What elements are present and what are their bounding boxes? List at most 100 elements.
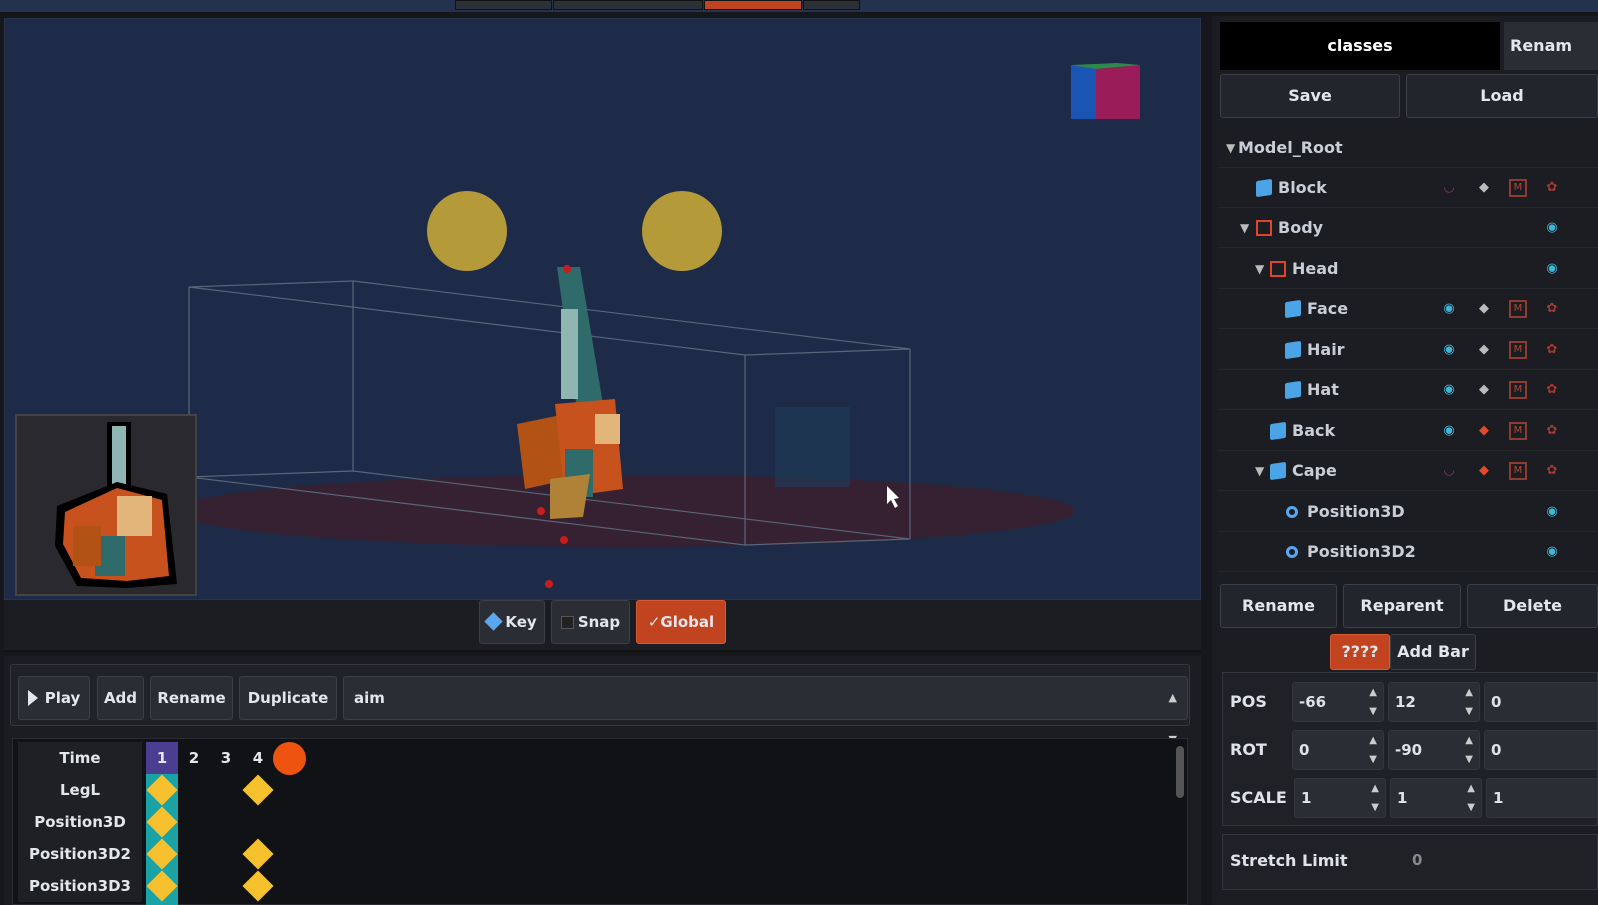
snap-checkbox[interactable] [560,616,574,629]
rot-z-input[interactable]: 0 [1484,730,1598,770]
scale-y-input[interactable]: 1 ▲ ▼ [1390,778,1482,818]
frame-number[interactable]: 3 [210,742,242,774]
collapse-icon[interactable]: ▼ [1255,451,1264,491]
stretch-limit-label: Stretch Limit [1230,851,1348,870]
pos-y-input[interactable]: 12 ▲ ▼ [1388,682,1480,722]
tree-row-body[interactable]: ▼ Body ◉ [1218,208,1598,248]
timeline-scrollbar[interactable] [1176,746,1184,798]
paw-icon[interactable]: ✿ [1542,179,1562,197]
tree-row-block[interactable]: Block ◡ ◆ M ✿ [1218,168,1598,208]
spinner-icon[interactable]: ▲ ▼ [1465,683,1473,721]
pos-x-input[interactable]: -66 ▲ ▼ [1292,682,1384,722]
eye-icon[interactable]: ◉ [1439,381,1459,399]
eye-closed-icon[interactable]: ◡ [1439,179,1459,197]
paw-icon[interactable]: ✿ [1542,341,1562,359]
play-button[interactable]: Play [18,676,90,720]
tree-row-hair[interactable]: Hair ◉ ◆ M ✿ [1218,330,1598,370]
playhead-handle[interactable] [273,742,306,775]
key-toggle[interactable]: Key [479,600,545,644]
lock-icon[interactable]: ◆ [1474,341,1494,359]
track-label[interactable]: LegL [18,774,142,806]
delete-button[interactable]: Delete [1467,584,1598,628]
mask-icon[interactable]: M [1509,422,1527,440]
tree-row-face[interactable]: Face ◉ ◆ M ✿ [1218,289,1598,329]
eye-icon[interactable]: ◉ [1439,422,1459,440]
scale-x-input[interactable]: 1 ▲ ▼ [1294,778,1386,818]
mask-icon[interactable]: M [1509,179,1527,197]
paw-icon[interactable]: ✿ [1542,462,1562,480]
mask-icon[interactable]: M [1509,381,1527,399]
paw-icon[interactable]: ✿ [1542,300,1562,318]
add-animation-button[interactable]: Add [97,676,144,720]
spinner-icon[interactable]: ▲ ▼ [1369,683,1377,721]
pos-z-input[interactable]: 0 [1484,682,1598,722]
duplicate-animation-button[interactable]: Duplicate [239,676,337,720]
eye-closed-icon[interactable]: ◡ [1439,462,1459,480]
eye-icon[interactable]: ◉ [1542,219,1562,237]
tree-row-position3d2[interactable]: Position3D2 ◉ [1218,532,1598,572]
global-toggle[interactable]: ✓Global [636,600,726,644]
track-label[interactable]: Position3D2 [18,838,142,870]
reparent-button[interactable]: Reparent [1343,584,1461,628]
tree-row-back[interactable]: Back ◉ ◆ M ✿ [1218,411,1598,451]
paw-icon[interactable]: ✿ [1542,381,1562,399]
eye-icon[interactable]: ◉ [1439,341,1459,359]
3d-viewport[interactable] [4,18,1201,600]
track-label[interactable]: Position3D3 [18,870,142,902]
animation-select[interactable]: aim ▲▼ [343,676,1188,746]
mask-icon[interactable]: M [1509,462,1527,480]
point-icon [1286,546,1298,558]
lock-icon[interactable]: ◆ [1474,179,1494,197]
save-button[interactable]: Save [1220,74,1400,118]
top-tab-2[interactable] [553,0,703,10]
track-label[interactable]: Position3D [18,806,142,838]
lock-active-icon[interactable]: ◆ [1474,462,1494,480]
spinner-icon[interactable]: ▲ ▼ [1371,779,1379,817]
mask-icon[interactable]: M [1509,300,1527,318]
frame-number[interactable]: 4 [242,742,274,774]
load-button[interactable]: Load [1406,74,1598,118]
eye-icon[interactable]: ◉ [1439,300,1459,318]
eye-icon[interactable]: ◉ [1542,260,1562,278]
rot-x-input[interactable]: 0 ▲ ▼ [1292,730,1384,770]
cube-icon [1270,421,1286,441]
tree-row-head[interactable]: ▼ Head ◉ [1218,249,1598,289]
rot-y-input[interactable]: -90 ▲ ▼ [1388,730,1480,770]
stretch-limit-input[interactable]: 0 [1412,851,1422,869]
spinner-icon[interactable]: ▲ ▼ [1465,731,1473,769]
collapse-icon[interactable]: ▼ [1240,208,1249,248]
mask-icon[interactable]: M [1509,341,1527,359]
top-tab-1[interactable] [455,0,552,10]
eye-icon[interactable]: ◉ [1542,543,1562,561]
collapse-icon[interactable]: ▼ [1255,249,1264,289]
paw-icon[interactable]: ✿ [1542,422,1562,440]
rename-animation-button[interactable]: Rename [150,676,233,720]
tree-row-hat[interactable]: Hat ◉ ◆ M ✿ [1218,370,1598,410]
cube-icon [1285,380,1301,400]
hierarchy-tree: ▼ Model_Root Block ◡ ◆ M ✿ ▼ Body ◉ ▼ He… [1218,128,1598,575]
eye-icon[interactable]: ◉ [1542,503,1562,521]
lock-active-icon[interactable]: ◆ [1474,422,1494,440]
timeline-time-label: Time [18,742,142,774]
snap-toggle[interactable]: Snap [551,600,630,644]
rename-button[interactable]: Rename [1220,584,1337,628]
spinner-icon[interactable]: ▲ ▼ [1467,779,1475,817]
top-tab-3[interactable] [704,0,802,10]
add-bar-button[interactable]: Add Bar [1390,634,1476,670]
collapse-icon[interactable]: ▼ [1226,128,1235,168]
tab-rename[interactable]: Renam [1504,22,1598,70]
mystery-button[interactable]: ???? [1330,634,1390,670]
tree-row-position3d[interactable]: Position3D ◉ [1218,492,1598,532]
cube-icon [1285,340,1301,360]
top-tab-4[interactable] [803,0,860,10]
frame-number[interactable]: 1 [146,742,178,774]
pos-label: POS [1230,692,1267,711]
spinner-icon[interactable]: ▲ ▼ [1369,731,1377,769]
tree-row-cape[interactable]: ▼ Cape ◡ ◆ M ✿ [1218,451,1598,491]
tab-classes[interactable]: classes [1220,22,1500,70]
lock-icon[interactable]: ◆ [1474,300,1494,318]
tree-row-model-root[interactable]: ▼ Model_Root [1218,128,1598,168]
scale-z-input[interactable]: 1 [1486,778,1598,818]
frame-number[interactable]: 2 [178,742,210,774]
lock-icon[interactable]: ◆ [1474,381,1494,399]
